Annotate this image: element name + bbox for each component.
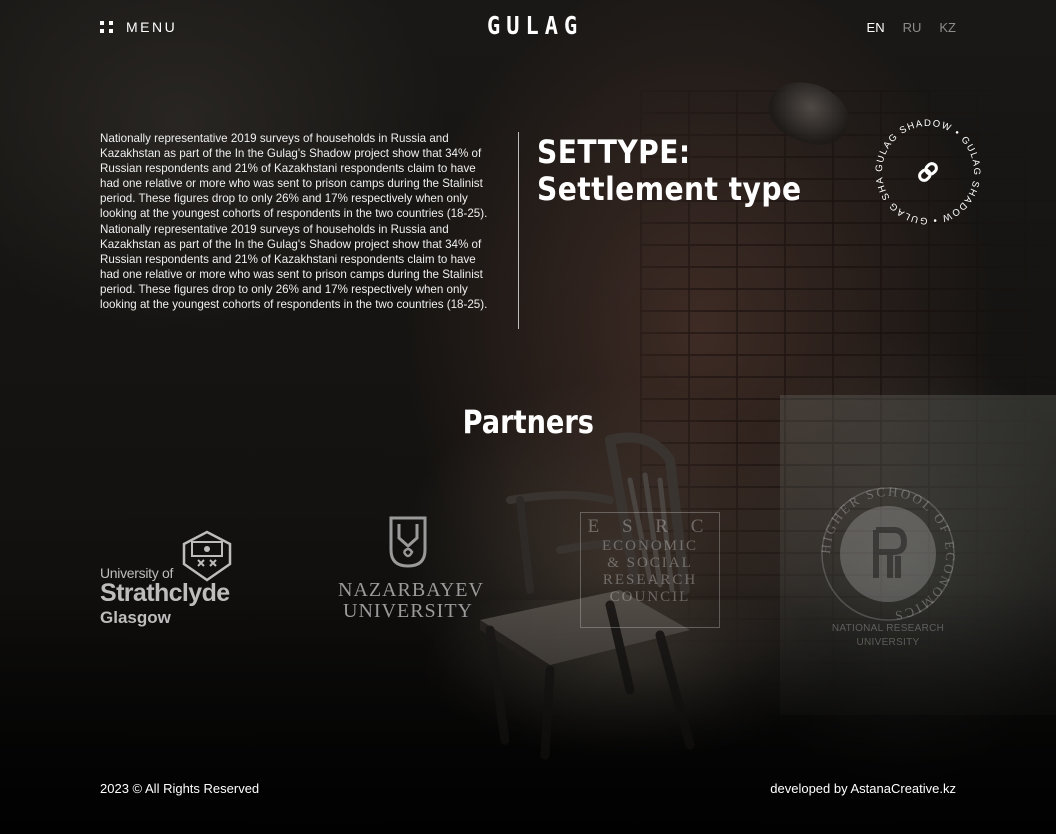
partner-strathclyde-logo[interactable]: University of Strathclyde Glasgow xyxy=(100,530,240,630)
lang-en[interactable]: EN xyxy=(867,20,885,35)
partner-nazarbayev-logo[interactable]: NAZARBAYEV UNIVERSITY xyxy=(338,516,483,626)
nazarbayev-emblem-icon xyxy=(389,516,427,568)
strathclyde-crest-icon xyxy=(182,530,232,582)
menu-button[interactable]: MENU xyxy=(100,19,177,35)
language-switcher: EN RU KZ xyxy=(867,20,956,35)
vertical-divider xyxy=(518,132,519,329)
site-logo[interactable]: GULAG xyxy=(487,12,583,41)
top-bar: MENU GULAG EN RU KZ xyxy=(0,0,1056,56)
footer-copyright: 2023 © All Rights Reserved xyxy=(100,781,260,796)
menu-grid-icon xyxy=(100,21,113,33)
lang-ru[interactable]: RU xyxy=(903,20,922,35)
partner-esrc-logo[interactable]: E S R C ECONOMIC & SOCIAL RESEARCH COUNC… xyxy=(580,512,720,628)
lang-kz[interactable]: KZ xyxy=(939,20,956,35)
menu-label: MENU xyxy=(126,19,178,35)
intro-description: Nationally representative 2019 surveys o… xyxy=(100,132,488,312)
section-heading: SETTYPE: Settlement type xyxy=(537,133,802,208)
badge-ring-text: GULAG SHADOW • GULAG SHADOW • GULAG SHAD… xyxy=(861,102,981,226)
hse-seal-icon: HIGHER SCHOOL OF ECONOMICS xyxy=(820,486,956,622)
svg-text:GULAG SHADOW • GULAG SHADOW •: GULAG SHADOW • GULAG SHADOW • GULAG SHAD… xyxy=(866,110,982,226)
partner-hse-logo[interactable]: HIGHER SCHOOL OF ECONOMICS NATIONAL RESE… xyxy=(820,486,956,661)
partners-title: Partners xyxy=(462,403,594,441)
gulag-shadow-badge[interactable]: GULAG SHADOW • GULAG SHADOW • GULAG SHAD… xyxy=(861,102,990,234)
link-icon xyxy=(918,162,938,182)
footer-developer-link[interactable]: developed by AstanaCreative.kz xyxy=(770,781,956,796)
